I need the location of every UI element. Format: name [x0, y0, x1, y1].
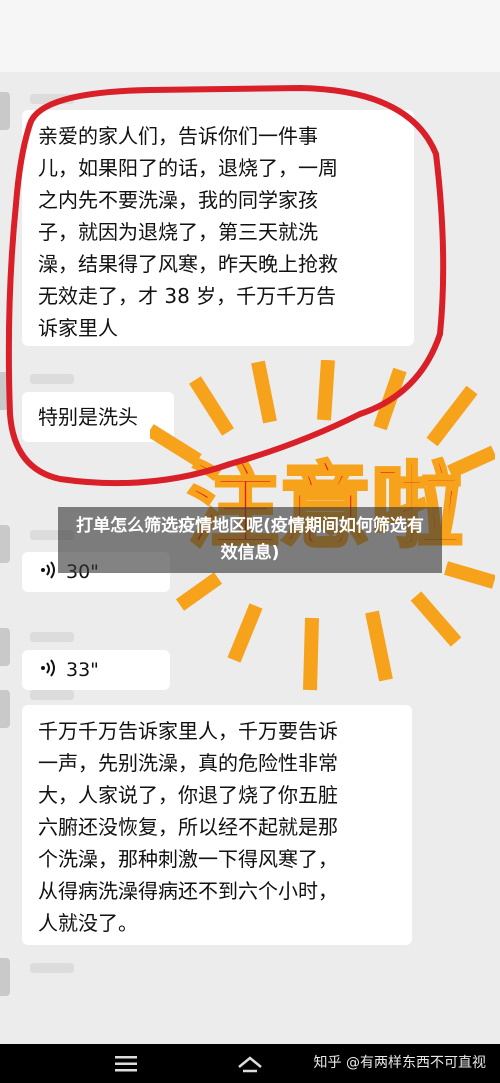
menu-icon[interactable]	[108, 1044, 144, 1083]
caption-overlay: 打单怎么筛选疫情地区呢(疫情期间如何筛选有效信息)	[58, 507, 442, 573]
avatar[interactable]	[0, 628, 10, 666]
voice-wave-icon	[40, 659, 56, 681]
message-bubble[interactable]: 千万千万告诉家里人，千万要告诉 一声，先别洗澡，真的危险性非常 大，人家说了，你…	[22, 705, 412, 945]
avatar[interactable]	[0, 958, 10, 996]
home-icon[interactable]	[232, 1044, 268, 1083]
voice-wave-icon	[40, 561, 56, 583]
sender-name	[30, 690, 74, 700]
sender-name	[30, 632, 74, 642]
voice-message[interactable]: 33"	[22, 650, 170, 690]
caption-text: 打单怎么筛选疫情地区呢(疫情期间如何筛选有效信息)	[76, 516, 424, 563]
sender-name	[30, 963, 74, 973]
avatar[interactable]	[0, 690, 10, 728]
highlight-circle	[5, 84, 447, 487]
voice-duration: 33"	[66, 659, 99, 681]
message-text: 千万千万告诉家里人，千万要告诉 一声，先别洗澡，真的危险性非常 大，人家说了，你…	[38, 719, 338, 935]
watermark: 知乎 @有两样东西不可直视	[307, 1044, 486, 1083]
top-bar	[0, 0, 500, 72]
avatar[interactable]	[0, 525, 10, 563]
